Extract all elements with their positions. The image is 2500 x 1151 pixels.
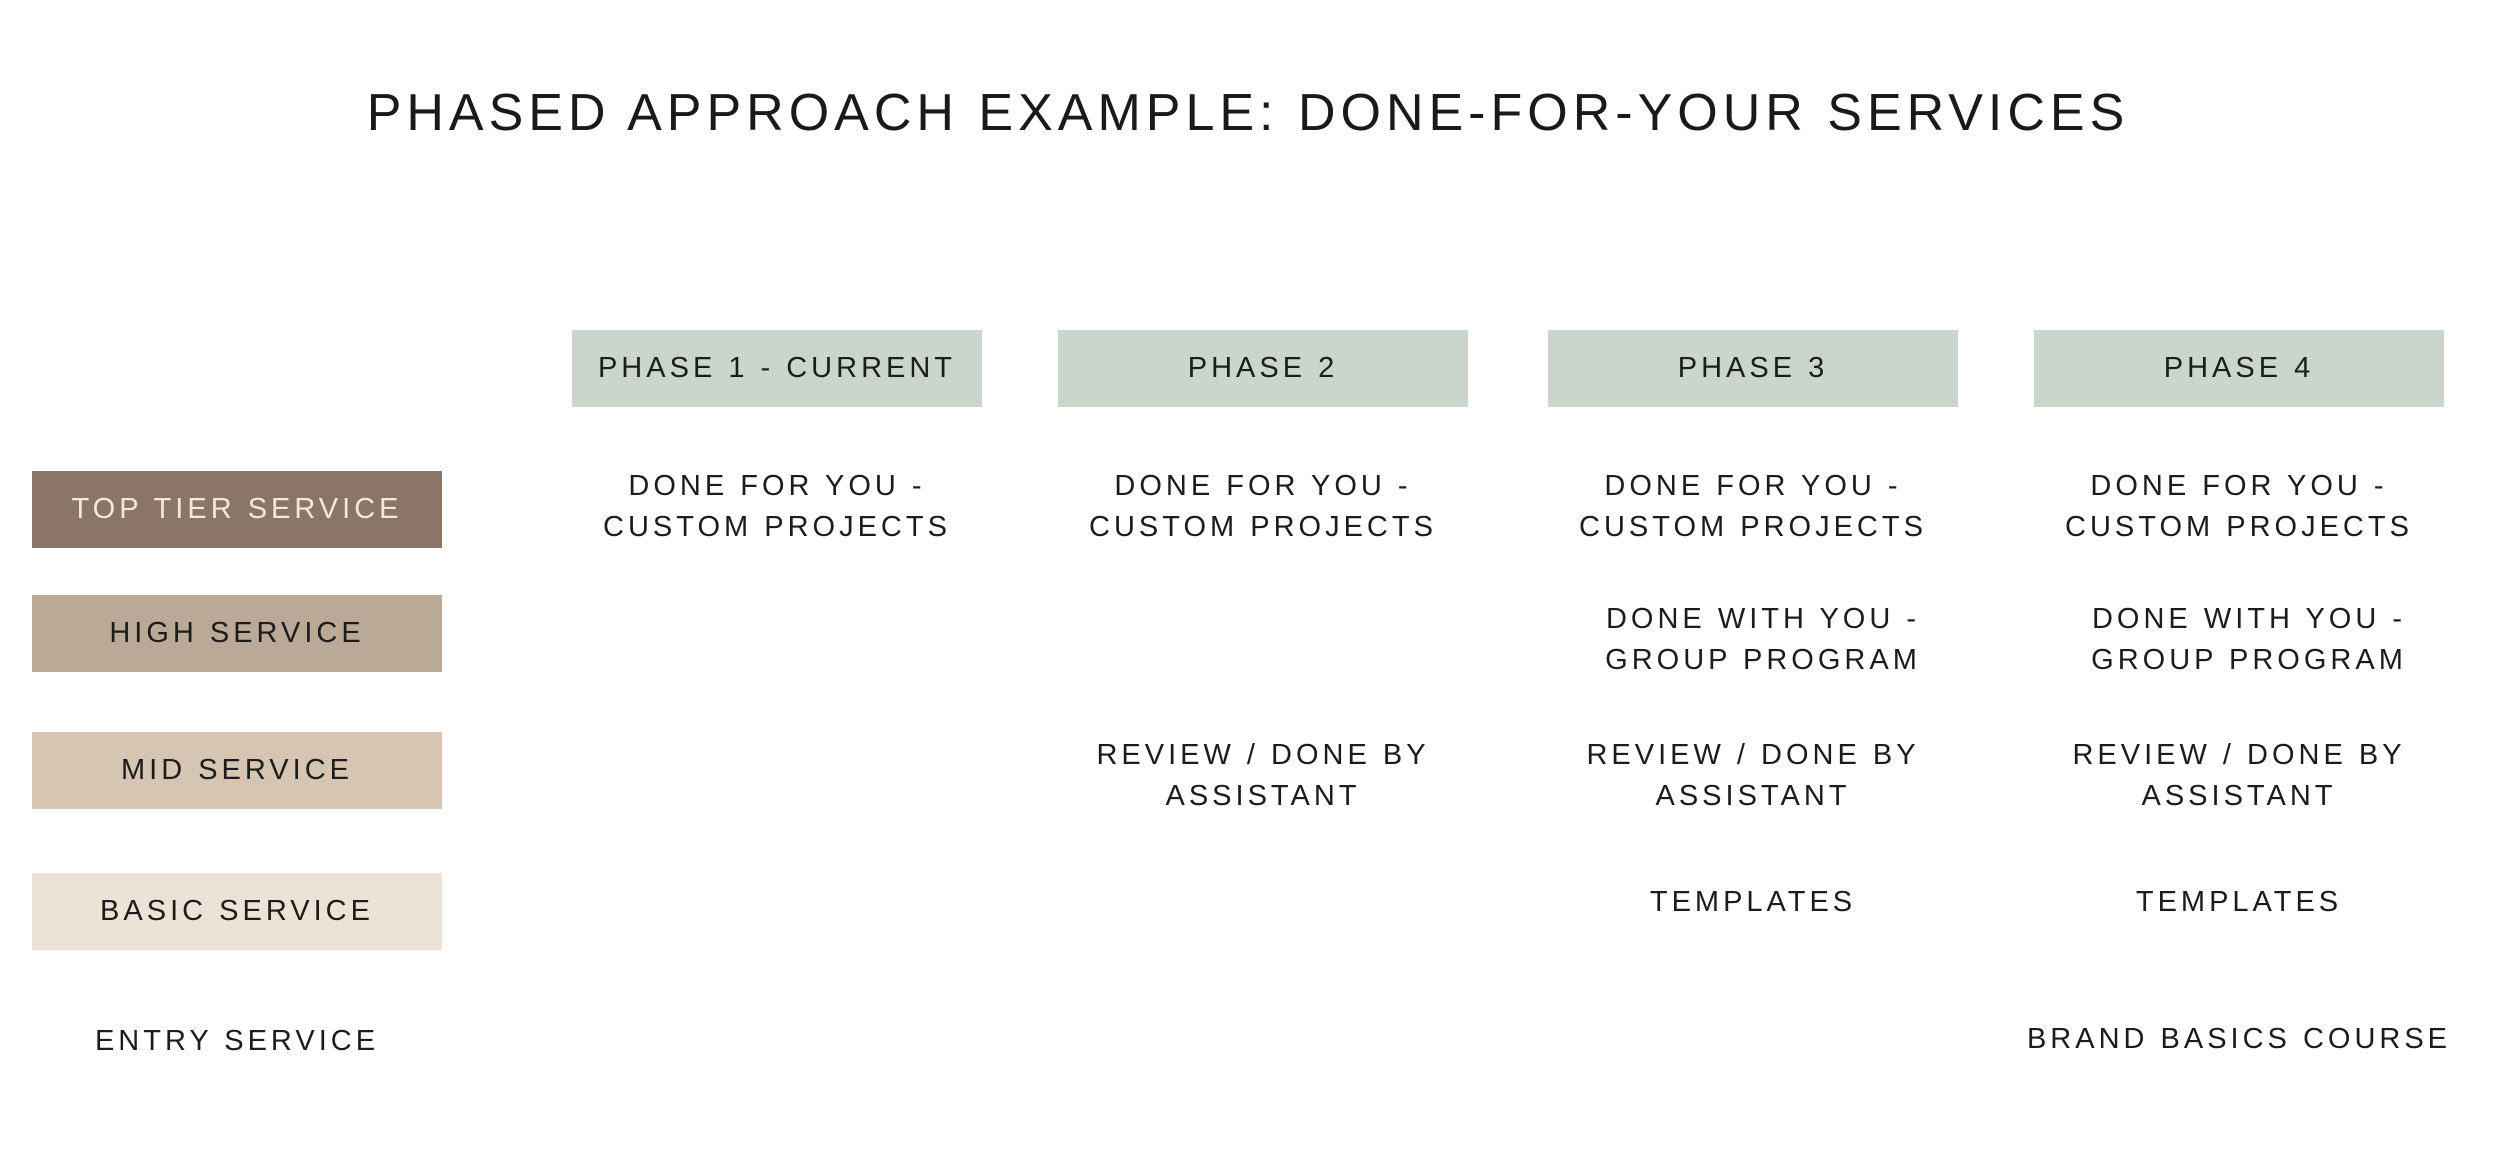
cell-line: DONE FOR YOU - — [1114, 470, 1412, 502]
cell-line: GROUP PROGRAM — [1605, 644, 1921, 676]
cell-line: DONE FOR YOU - — [2090, 470, 2388, 502]
page-title: PHASED APPROACH EXAMPLE: DONE-FOR-YOUR S… — [366, 84, 2130, 142]
cell-mid-phase2: REVIEW / DONE BY ASSISTANT — [1028, 734, 1498, 818]
phase-header-4: PHASE 4 — [2034, 330, 2444, 407]
cell-line: TEMPLATES — [2135, 885, 2343, 918]
cell-line: CUSTOM PROJECTS — [1579, 511, 1927, 543]
tier-label-entry: ENTRY SERVICE — [94, 1025, 380, 1057]
cell-line: ASSISTANT — [2141, 780, 2337, 812]
cell-mid-phase3: REVIEW / DONE BY ASSISTANT — [1518, 734, 1988, 818]
cell-line: BRAND BASICS COURSE — [2026, 1022, 2452, 1055]
cell-line: GROUP PROGRAM — [2091, 644, 2407, 676]
cell-entry-phase4: BRAND BASICS COURSE — [2004, 1018, 2474, 1060]
tier-label-basic: BASIC SERVICE — [32, 873, 442, 950]
cell-line: TEMPLATES — [1649, 885, 1857, 918]
tier-label-top-tier: TOP TIER SERVICE — [32, 471, 442, 548]
cell-mid-phase4: REVIEW / DONE BY ASSISTANT — [2004, 734, 2474, 818]
cell-basic-phase4: TEMPLATES — [2004, 881, 2474, 923]
cell-line: CUSTOM PROJECTS — [2065, 511, 2413, 543]
cell-line: REVIEW / DONE BY — [1586, 739, 1920, 771]
phase-header-3: PHASE 3 — [1548, 330, 1958, 407]
tier-label-high: HIGH SERVICE — [32, 595, 442, 672]
cell-line: DONE WITH YOU - — [2091, 603, 2407, 635]
cell-line: ASSISTANT — [1165, 780, 1361, 812]
tier-label-mid: MID SERVICE — [32, 732, 442, 809]
cell-top-tier-phase4: DONE FOR YOU - CUSTOM PROJECTS — [2004, 465, 2474, 549]
cell-line: CUSTOM PROJECTS — [603, 511, 951, 543]
phase-header-1: PHASE 1 - CURRENT — [572, 330, 982, 407]
cell-high-phase3: DONE WITH YOU - GROUP PROGRAM — [1528, 598, 1998, 682]
cell-line: ASSISTANT — [1655, 780, 1851, 812]
cell-line: REVIEW / DONE BY — [2072, 739, 2406, 771]
cell-top-tier-phase3: DONE FOR YOU - CUSTOM PROJECTS — [1518, 465, 1988, 549]
cell-line: CUSTOM PROJECTS — [1089, 511, 1437, 543]
phase-header-2: PHASE 2 — [1058, 330, 1468, 407]
cell-high-phase4: DONE WITH YOU - GROUP PROGRAM — [2014, 598, 2484, 682]
cell-line: REVIEW / DONE BY — [1096, 739, 1430, 771]
cell-top-tier-phase1: DONE FOR YOU - CUSTOM PROJECTS — [542, 465, 1012, 549]
cell-line: DONE FOR YOU - — [628, 470, 926, 502]
cell-basic-phase3: TEMPLATES — [1518, 881, 1988, 923]
cell-line: DONE FOR YOU - — [1604, 470, 1902, 502]
cell-line: DONE WITH YOU - — [1605, 603, 1921, 635]
cell-top-tier-phase2: DONE FOR YOU - CUSTOM PROJECTS — [1028, 465, 1498, 549]
